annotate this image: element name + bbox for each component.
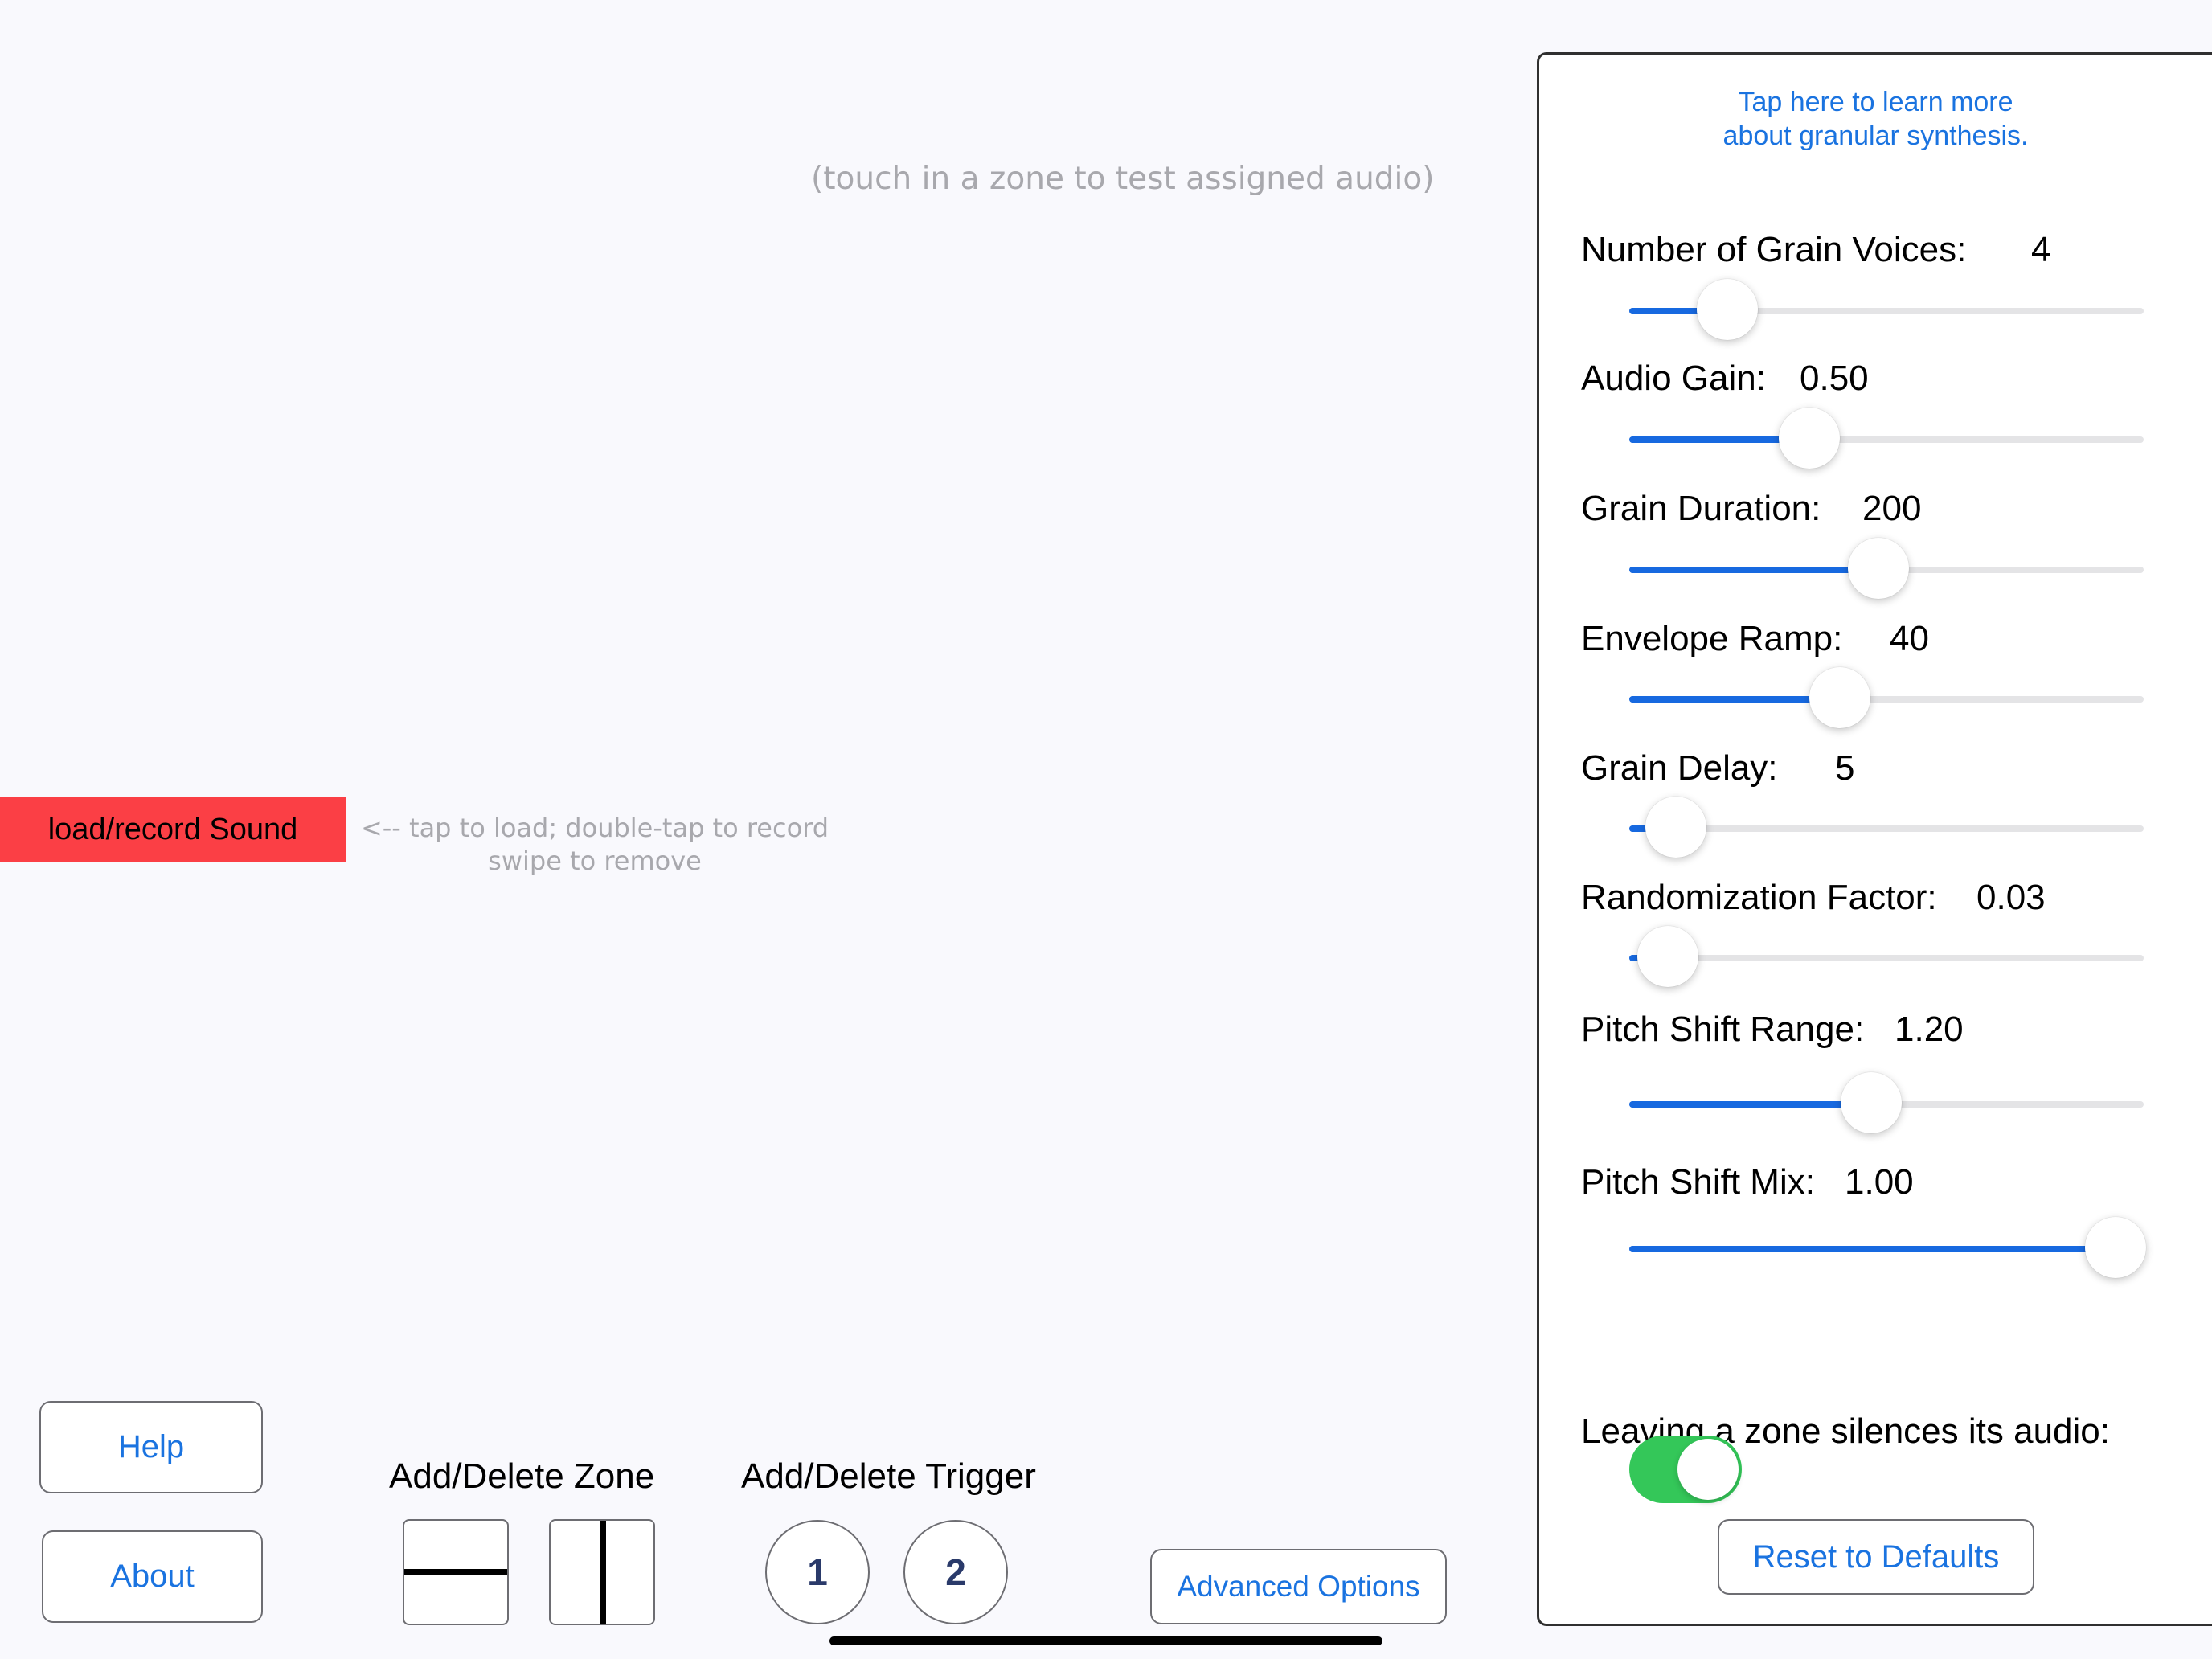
param-value: 1.20: [1895, 1010, 1964, 1049]
slider-thumb[interactable]: [2084, 1217, 2146, 1278]
slider-thumb[interactable]: [1809, 667, 1871, 728]
synthesis-settings-panel: Tap here to learn more about granular sy…: [1537, 52, 2212, 1626]
param-value: 5: [1835, 748, 1855, 788]
param-slider[interactable]: [1629, 926, 2144, 987]
slider-thumb[interactable]: [1696, 279, 1758, 340]
add-horizontal-zone-button[interactable]: [403, 1519, 509, 1625]
param-value: 40: [1890, 619, 1929, 658]
param-value: 1.00: [1845, 1162, 1914, 1202]
trigger-2-button[interactable]: 2: [903, 1520, 1008, 1624]
slider-track: [1629, 825, 2144, 832]
param-label: Number of Grain Voices:: [1581, 230, 1967, 269]
load-hint-line1: <-- tap to load; double-tap to record: [360, 813, 830, 843]
param-label: Pitch Shift Range:: [1581, 1010, 1865, 1049]
slider-thumb[interactable]: [1779, 408, 1840, 469]
slider-fill: [1629, 1246, 2116, 1252]
learn-link-line2: about granular synthesis.: [1722, 121, 2029, 151]
load-hint-line2: swipe to remove: [488, 846, 702, 876]
param-slider[interactable]: [1629, 667, 2144, 728]
slider-thumb[interactable]: [1645, 797, 1706, 858]
slider-track: [1629, 955, 2144, 961]
zone-test-hint: (touch in a zone to test assigned audio): [811, 161, 1435, 197]
load-record-sound-button[interactable]: load/record Sound: [0, 797, 346, 862]
param-slider[interactable]: [1629, 797, 2144, 858]
add-delete-trigger-label: Add/Delete Trigger: [741, 1456, 1036, 1496]
param-slider[interactable]: [1629, 1072, 2144, 1133]
param-value: 0.50: [1800, 358, 1869, 398]
param-value: 4: [2031, 230, 2051, 269]
param-label: Randomization Factor:: [1581, 878, 1937, 917]
slider-thumb[interactable]: [1637, 926, 1698, 987]
param-slider[interactable]: [1629, 538, 2144, 599]
learn-link-line1: Tap here to learn more: [1738, 87, 2013, 117]
param-value: 0.03: [1976, 878, 2046, 917]
horizontal-divider-icon: [404, 1569, 507, 1575]
param-label: Pitch Shift Mix:: [1581, 1162, 1815, 1202]
reset-to-defaults-button[interactable]: Reset to Defaults: [1718, 1519, 2034, 1595]
about-button[interactable]: About: [42, 1530, 263, 1623]
param-slider[interactable]: [1629, 1217, 2146, 1278]
param-label: Grain Delay:: [1581, 748, 1778, 788]
slider-fill: [1629, 1101, 1871, 1108]
load-hint: <-- tap to load; double-tap to record sw…: [354, 812, 836, 878]
param-slider[interactable]: [1629, 408, 2144, 469]
param-value: 200: [1862, 489, 1922, 528]
learn-granular-synthesis-link[interactable]: Tap here to learn more about granular sy…: [1539, 85, 2212, 153]
trigger-1-button[interactable]: 1: [765, 1520, 870, 1624]
home-indicator[interactable]: [830, 1636, 1382, 1645]
slider-fill: [1629, 567, 1879, 573]
slider-fill: [1629, 696, 1841, 703]
help-button[interactable]: Help: [39, 1401, 263, 1493]
vertical-divider-icon: [600, 1521, 606, 1624]
param-slider[interactable]: [1629, 279, 2144, 340]
param-label: Audio Gain:: [1581, 358, 1766, 398]
param-label: Grain Duration:: [1581, 489, 1821, 528]
add-vertical-zone-button[interactable]: [549, 1519, 655, 1625]
advanced-options-button[interactable]: Advanced Options: [1150, 1549, 1447, 1624]
slider-thumb[interactable]: [1848, 538, 1910, 599]
param-label: Envelope Ramp:: [1581, 619, 1843, 658]
slider-thumb[interactable]: [1840, 1072, 1902, 1133]
toggle-knob: [1677, 1439, 1739, 1500]
silence-on-leave-toggle[interactable]: [1629, 1436, 1742, 1503]
add-delete-zone-label: Add/Delete Zone: [389, 1456, 655, 1496]
